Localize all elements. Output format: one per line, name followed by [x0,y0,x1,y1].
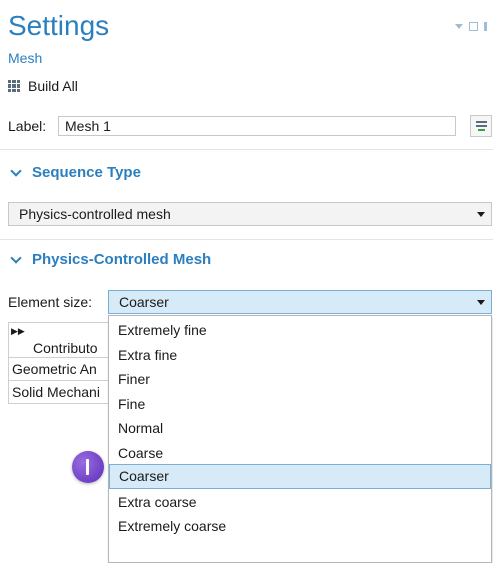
section-title: Physics-Controlled Mesh [32,251,212,268]
column-header: Contributo [33,340,98,356]
chevron-down-icon [477,300,485,305]
chevron-down-icon [10,164,22,177]
option-extremely-coarse[interactable]: Extremely coarse [109,514,491,539]
divider [0,149,493,150]
window-controls [455,22,487,31]
grid-icon [8,80,20,92]
option-extremely-fine[interactable]: Extremely fine [109,318,491,343]
option-extra-coarse[interactable]: Extra coarse [109,490,491,515]
maximize-icon[interactable] [469,22,478,31]
sequence-type-value: Physics-controlled mesh [19,206,171,222]
node-type-label: Mesh [8,50,43,66]
element-size-select[interactable]: Coarser [108,290,492,314]
sequence-type-select[interactable]: Physics-controlled mesh [8,202,492,226]
chevron-down-icon [477,212,485,217]
page-title: Settings [8,10,110,41]
element-size-label: Element size: [8,294,93,310]
divider [0,239,493,240]
table-row[interactable]: Solid Mechani [8,381,112,404]
option-normal[interactable]: Normal [109,416,491,441]
build-all-button[interactable]: Build All [8,76,78,96]
fast-forward-icon: ▶▶ [11,326,25,336]
chevron-down-icon [10,251,22,264]
table-header[interactable]: ▶▶ Contributo [8,322,112,358]
section-title: Sequence Type [32,164,141,181]
element-size-value: Coarser [119,294,169,310]
element-size-dropdown-list: Extremely fine Extra fine Finer Fine Nor… [108,315,492,563]
label-caption: Label: [8,118,47,134]
option-extra-fine[interactable]: Extra fine [109,343,491,368]
option-fine[interactable]: Fine [109,392,491,417]
cursor-marker-icon [72,451,104,483]
option-coarser[interactable]: Coarser [109,464,491,489]
label-input[interactable]: Mesh 1 [58,116,456,136]
dropdown-icon[interactable] [455,24,463,29]
pin-icon[interactable] [484,22,487,31]
build-all-label: Build All [28,78,78,94]
list-edit-icon[interactable] [470,115,492,137]
table-row[interactable]: Geometric An [8,358,112,381]
section-physics-controlled-mesh[interactable]: Physics-Controlled Mesh [8,251,211,268]
option-coarse[interactable]: Coarse [109,441,491,466]
section-sequence-type[interactable]: Sequence Type [8,164,141,181]
option-finer[interactable]: Finer [109,367,491,392]
